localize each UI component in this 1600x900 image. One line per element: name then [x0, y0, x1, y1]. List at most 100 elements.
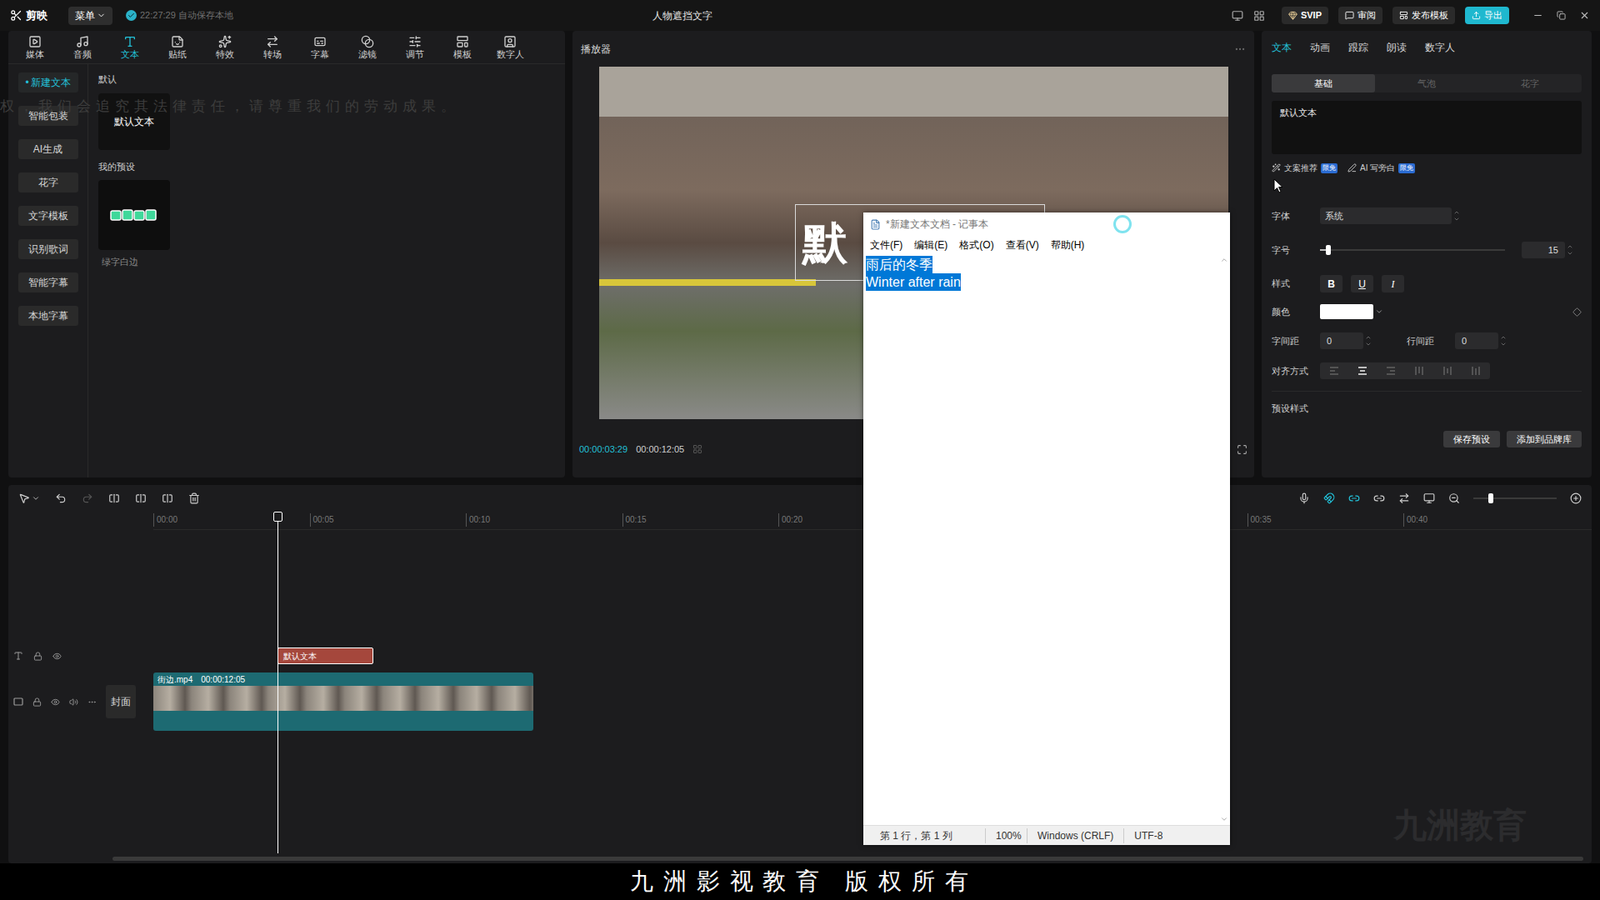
fullscreen-icon[interactable]: [1236, 444, 1248, 455]
menu-item[interactable]: 查看(V): [1005, 237, 1040, 253]
chevron-down-icon[interactable]: [31, 494, 40, 503]
align-clips-icon[interactable]: [1398, 492, 1410, 505]
spacing-input[interactable]: 0: [1455, 332, 1499, 350]
notepad-editor[interactable]: 雨后的冬季Winter after rain: [863, 254, 1218, 825]
stepper-down-icon[interactable]: [1453, 215, 1460, 223]
preset-card[interactable]: 绿字白边: [98, 180, 170, 270]
color-picker[interactable]: [1320, 304, 1384, 320]
cover-button[interactable]: 封面: [105, 685, 136, 719]
keyframe-icon[interactable]: [1572, 307, 1582, 317]
stepper-down-icon[interactable]: [1365, 340, 1372, 348]
category-tab[interactable]: 调节: [398, 35, 432, 60]
category-tab[interactable]: 媒体: [18, 35, 52, 60]
zoom-in-icon[interactable]: [1570, 492, 1582, 505]
volume-icon[interactable]: [69, 697, 79, 707]
subtab[interactable]: 花字: [1478, 74, 1582, 93]
text-clip[interactable]: 默认文本: [277, 647, 374, 665]
stepper-down-icon[interactable]: [1566, 250, 1574, 257]
publish-template-button[interactable]: 发布模板: [1392, 6, 1455, 25]
category-tab[interactable]: 滤镜: [350, 35, 385, 60]
font-size-slider[interactable]: [1320, 249, 1505, 251]
align-button[interactable]: [1461, 362, 1490, 380]
inspector-tab[interactable]: 文本: [1271, 40, 1292, 55]
eye-icon[interactable]: [52, 651, 62, 661]
category-tab[interactable]: 文本: [113, 35, 147, 60]
link-icon[interactable]: [1348, 492, 1360, 505]
font-size-input[interactable]: 15: [1521, 241, 1565, 259]
menu-item[interactable]: 格式(O): [959, 237, 994, 253]
category-tab[interactable]: 字幕: [303, 35, 337, 60]
category-tab[interactable]: 音频: [65, 35, 100, 60]
style-button[interactable]: B: [1320, 275, 1343, 293]
inspector-tab[interactable]: 朗读: [1386, 40, 1407, 55]
text-action-button[interactable]: 文案推荐限免: [1271, 161, 1338, 175]
subtab[interactable]: 气泡: [1375, 74, 1479, 93]
review-button[interactable]: 审阅: [1338, 6, 1383, 25]
playhead[interactable]: [277, 511, 279, 854]
sidebar-item[interactable]: 智能包装: [18, 105, 79, 126]
align-button[interactable]: [1348, 362, 1377, 380]
inspector-tab[interactable]: 数字人: [1425, 40, 1455, 55]
split-left-icon[interactable]: [135, 492, 147, 505]
minimize-icon[interactable]: [1532, 10, 1544, 21]
sidebar-item[interactable]: AI生成: [18, 139, 79, 160]
category-tab[interactable]: 特效: [208, 35, 242, 60]
sidebar-item[interactable]: 识别歌词: [18, 239, 79, 260]
notepad-window[interactable]: *新建文本文档 - 记事本文件(F) 编辑(E) 格式(O) 查看(V) 帮助(H)雨后…: [863, 212, 1230, 845]
zoom-slider[interactable]: [1473, 497, 1557, 500]
close-icon[interactable]: [1579, 10, 1590, 21]
horizontal-scrollbar[interactable]: [112, 856, 1584, 861]
microphone-icon[interactable]: [1298, 492, 1310, 505]
spacing-input[interactable]: 0: [1320, 332, 1364, 350]
zoom-out-icon[interactable]: [1448, 492, 1460, 505]
text-card[interactable]: 默认文本: [98, 93, 170, 150]
sidebar-item[interactable]: •新建文本: [18, 72, 79, 93]
font-select[interactable]: 系统: [1320, 207, 1452, 225]
preview-icon[interactable]: [1423, 492, 1435, 505]
sidebar-item[interactable]: 花字: [18, 172, 79, 193]
delete-icon[interactable]: [188, 492, 200, 505]
monitor-icon[interactable]: [1231, 10, 1244, 22]
align-button[interactable]: [1320, 362, 1349, 380]
category-tab[interactable]: 模板: [445, 35, 480, 60]
split-right-icon[interactable]: [161, 492, 174, 505]
sidebar-item[interactable]: 智能字幕: [18, 272, 79, 293]
sidebar-item[interactable]: 本地字幕: [18, 305, 79, 326]
app-logo[interactable]: 剪映: [10, 7, 69, 25]
panel-button[interactable]: 保存预设: [1443, 430, 1500, 449]
stepper-up-icon[interactable]: [1453, 209, 1460, 216]
lock-icon[interactable]: [33, 651, 43, 661]
sidebar-item[interactable]: 文字模板: [18, 205, 79, 226]
notepad-title-bar[interactable]: *新建文本文档 - 记事本: [863, 212, 1230, 236]
menu-item[interactable]: 编辑(E): [914, 237, 948, 253]
eye-icon[interactable]: [50, 697, 60, 707]
category-tab[interactable]: 贴纸: [160, 35, 195, 60]
subtab[interactable]: 基础: [1271, 74, 1375, 93]
align-button[interactable]: [1405, 362, 1434, 380]
export-button[interactable]: 导出: [1465, 6, 1510, 25]
align-button[interactable]: [1433, 362, 1462, 380]
inspector-tab[interactable]: 动画: [1310, 40, 1330, 55]
select-tool-icon[interactable]: [18, 492, 30, 505]
text-action-button[interactable]: AI 写旁白限免: [1347, 161, 1415, 175]
stepper-up-icon[interactable]: [1500, 334, 1507, 341]
category-tab[interactable]: 转场: [255, 35, 290, 60]
svip-button[interactable]: SVIP: [1281, 6, 1329, 25]
menu-item[interactable]: 帮助(H): [1050, 237, 1085, 253]
style-button[interactable]: I: [1381, 275, 1405, 293]
preview-axis-icon[interactable]: [1373, 492, 1385, 505]
redo-icon[interactable]: [81, 492, 94, 505]
stepper-up-icon[interactable]: [1365, 334, 1372, 341]
more-icon[interactable]: [1234, 43, 1246, 55]
menu-item[interactable]: 文件(F): [870, 237, 903, 253]
restore-icon[interactable]: [1556, 10, 1566, 20]
layout-icon[interactable]: [1253, 10, 1265, 22]
panel-button[interactable]: 添加到品牌库: [1506, 430, 1582, 449]
lock-icon[interactable]: [32, 697, 42, 707]
stepper-up-icon[interactable]: [1566, 243, 1574, 250]
grid-icon[interactable]: [692, 444, 703, 455]
split-icon[interactable]: [108, 492, 120, 505]
text-input[interactable]: 默认文本: [1271, 100, 1582, 155]
menu-button[interactable]: 菜单: [68, 6, 113, 25]
inspector-tab[interactable]: 跟踪: [1348, 40, 1369, 55]
